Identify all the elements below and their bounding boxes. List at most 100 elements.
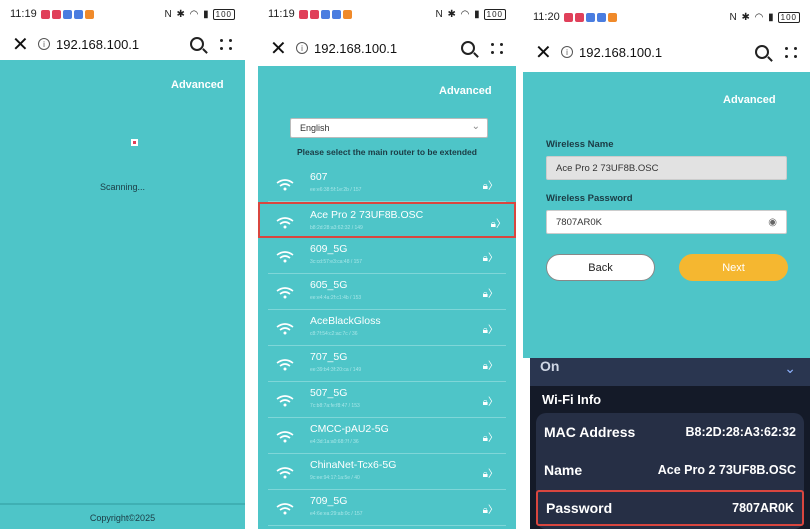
wifi-icon [276, 322, 294, 335]
network-mac: ee:e6:38:5f:1e:2b / 157 [310, 187, 362, 193]
toggle-row: On ⌄ [530, 358, 810, 386]
mac-value: B8:2D:28:A3:62:32 [685, 425, 796, 439]
network-row[interactable]: 609_5G 3c:cd:57:e3:ca:48 / 157 🔒︎〉 [268, 238, 506, 274]
network-row[interactable]: Ace Pro 2 73UF8B.OSC b8:2d:28:a3:62:32 / … [258, 202, 516, 238]
chevron-down-icon[interactable]: ⌄ [784, 360, 796, 377]
name-value: Ace Pro 2 73UF8B.OSC [657, 463, 796, 477]
wifi-icon [276, 216, 294, 229]
wifi-icon [276, 286, 294, 299]
battery-icon: 100 [777, 11, 800, 23]
divider [0, 503, 245, 505]
status-bar: 11:20 N ✱ ◠ ▮ 100 [523, 3, 810, 31]
search-icon[interactable] [190, 37, 204, 51]
status-time: 11:19 [10, 8, 37, 20]
wifi-icon [276, 250, 294, 263]
scanning-screen: 11:19 N ✱ ◠ ▮ 100 ✕ i 192.168.100.1 Adva… [0, 0, 245, 529]
wireless-password-label: Wireless Password [546, 193, 633, 204]
browser-bar: ✕ i 192.168.100.1 [0, 28, 245, 60]
mac-row: MAC Address B8:2D:28:A3:62:32 [536, 414, 804, 450]
status-time: 11:19 [268, 8, 295, 20]
close-icon[interactable]: ✕ [12, 32, 38, 57]
wireless-name-value: Ace Pro 2 73UF8B.OSC [556, 163, 659, 174]
network-mac: ee:39:b4:3f:20:ca / 149 [310, 367, 362, 373]
advanced-link[interactable]: Advanced [171, 79, 224, 91]
lock-icon: 🔒︎〉 [482, 325, 498, 336]
network-row[interactable]: AceBlackGloss c8:7f:54:c2:ac:7c / 36 🔒︎〉 [268, 310, 506, 346]
network-row[interactable]: 709_5G e4:6e:ea:29:ab:0c / 157 🔒︎〉 [268, 490, 506, 526]
network-name: 707_5G [310, 351, 348, 363]
system-icons: N ✱ ◠ ▮ 100 [729, 11, 800, 23]
network-mac: b8:2d:28:a3:62:32 / 149 [310, 225, 363, 231]
status-bar: 11:19 N ✱ ◠ ▮ 100 [258, 0, 516, 28]
network-name: 607 [310, 171, 328, 183]
network-row[interactable]: ChinaNet-Tcx6-5G 9c:ee:94:17:1a:5e / 40 🔒︎… [268, 454, 506, 490]
menu-icon[interactable] [220, 38, 233, 50]
network-row[interactable]: 507_5G 7c:b8:7a:fe:f8:47 / 153 🔒︎〉 [268, 382, 506, 418]
search-icon[interactable] [755, 45, 769, 59]
network-name: AceBlackGloss [310, 315, 381, 327]
lock-icon: 🔒︎〉 [482, 289, 498, 300]
language-select[interactable]: English ⌄ [290, 118, 488, 138]
network-name: Ace Pro 2 73UF8B.OSC [310, 209, 424, 221]
network-mac: c8:7f:54:c2:ac:7c / 36 [310, 331, 358, 337]
close-icon[interactable]: ✕ [270, 36, 296, 61]
wifi-icon [276, 394, 294, 407]
network-name: CMCC-pAU2-5G [310, 423, 389, 435]
language-value: English [300, 123, 330, 133]
wifi-icon [276, 358, 294, 371]
password-value: 7807AR0K [732, 501, 794, 515]
wifi-icon [276, 466, 294, 479]
copyright-text: Copyright©2025 [89, 513, 156, 523]
advanced-link[interactable]: Advanced [723, 94, 776, 106]
scan-area: Advanced [0, 60, 245, 529]
close-icon[interactable]: ✕ [535, 40, 561, 65]
next-button[interactable]: Next [679, 254, 788, 281]
scanning-text: Scanning... [99, 182, 146, 192]
network-mac: e4:3d:1a:a0:68:7f / 36 [310, 439, 359, 445]
lock-icon: 🔒︎〉 [482, 181, 498, 192]
browser-bar: ✕ i 192.168.100.1 [523, 36, 810, 68]
network-row[interactable]: 707_5G ee:39:b4:3f:20:ca / 149 🔒︎〉 [268, 346, 506, 382]
network-row[interactable]: 607 ee:e6:38:5f:1e:2b / 157 🔒︎〉 [268, 166, 506, 202]
menu-icon[interactable] [785, 46, 798, 58]
back-button[interactable]: Back [546, 254, 655, 281]
network-row[interactable]: CMCC-pAU2-5G e4:3d:1a:a0:68:7f / 36 🔒︎〉 [268, 418, 506, 454]
on-label: On [540, 358, 560, 374]
wireless-name-label: Wireless Name [546, 139, 614, 150]
wireless-password-field[interactable]: 7807AR0K ◉ [546, 210, 787, 234]
wireless-password-value: 7807AR0K [556, 217, 602, 228]
info-icon[interactable]: i [38, 38, 50, 50]
advanced-link[interactable]: Advanced [439, 85, 492, 97]
menu-icon[interactable] [491, 42, 504, 54]
lock-icon: 🔒︎〉 [482, 397, 498, 408]
network-mac: ee:e4:4a:2f:c1:4b / 153 [310, 295, 362, 301]
network-row[interactable]: 605_5G ee:e4:4a:2f:c1:4b / 153 🔒︎〉 [268, 274, 506, 310]
eye-icon[interactable]: ◉ [768, 217, 777, 228]
wireless-name-field: Ace Pro 2 73UF8B.OSC [546, 156, 787, 180]
network-name: 507_5G [310, 387, 348, 399]
notification-icons [298, 9, 352, 19]
url-text[interactable]: 192.168.100.1 [314, 41, 397, 56]
network-mac: 3c:cd:57:e3:ca:48 / 157 [310, 259, 362, 265]
mac-label: MAC Address [544, 424, 636, 440]
credentials-screen: 11:20 N ✱ ◠ ▮ 100 ✕ i 192.168.100.1 Adva… [523, 0, 810, 358]
search-icon[interactable] [461, 41, 475, 55]
info-icon[interactable]: i [561, 46, 573, 58]
battery-icon: 100 [212, 8, 235, 20]
network-name: 609_5G [310, 243, 348, 255]
browser-bar: ✕ i 192.168.100.1 [258, 32, 516, 64]
wifi-icon [276, 430, 294, 443]
info-icon[interactable]: i [296, 42, 308, 54]
url-text[interactable]: 192.168.100.1 [579, 45, 662, 60]
url-text[interactable]: 192.168.100.1 [56, 37, 139, 52]
router-list-screen: 11:19 N ✱ ◠ ▮ 100 ✕ i 192.168.100.1 Adva… [258, 0, 516, 529]
password-label: Password [546, 500, 613, 516]
network-name: 605_5G [310, 279, 348, 291]
status-bar: 11:19 N ✱ ◠ ▮ 100 [0, 0, 245, 28]
status-time: 11:20 [533, 11, 560, 23]
lock-icon: 🔒︎〉 [482, 433, 498, 444]
network-mac: 9c:ee:94:17:1a:5e / 40 [310, 475, 360, 481]
lock-icon: 🔒︎〉 [490, 219, 506, 230]
notification-icons [40, 9, 94, 19]
section-title: Wi-Fi Info [542, 392, 602, 407]
